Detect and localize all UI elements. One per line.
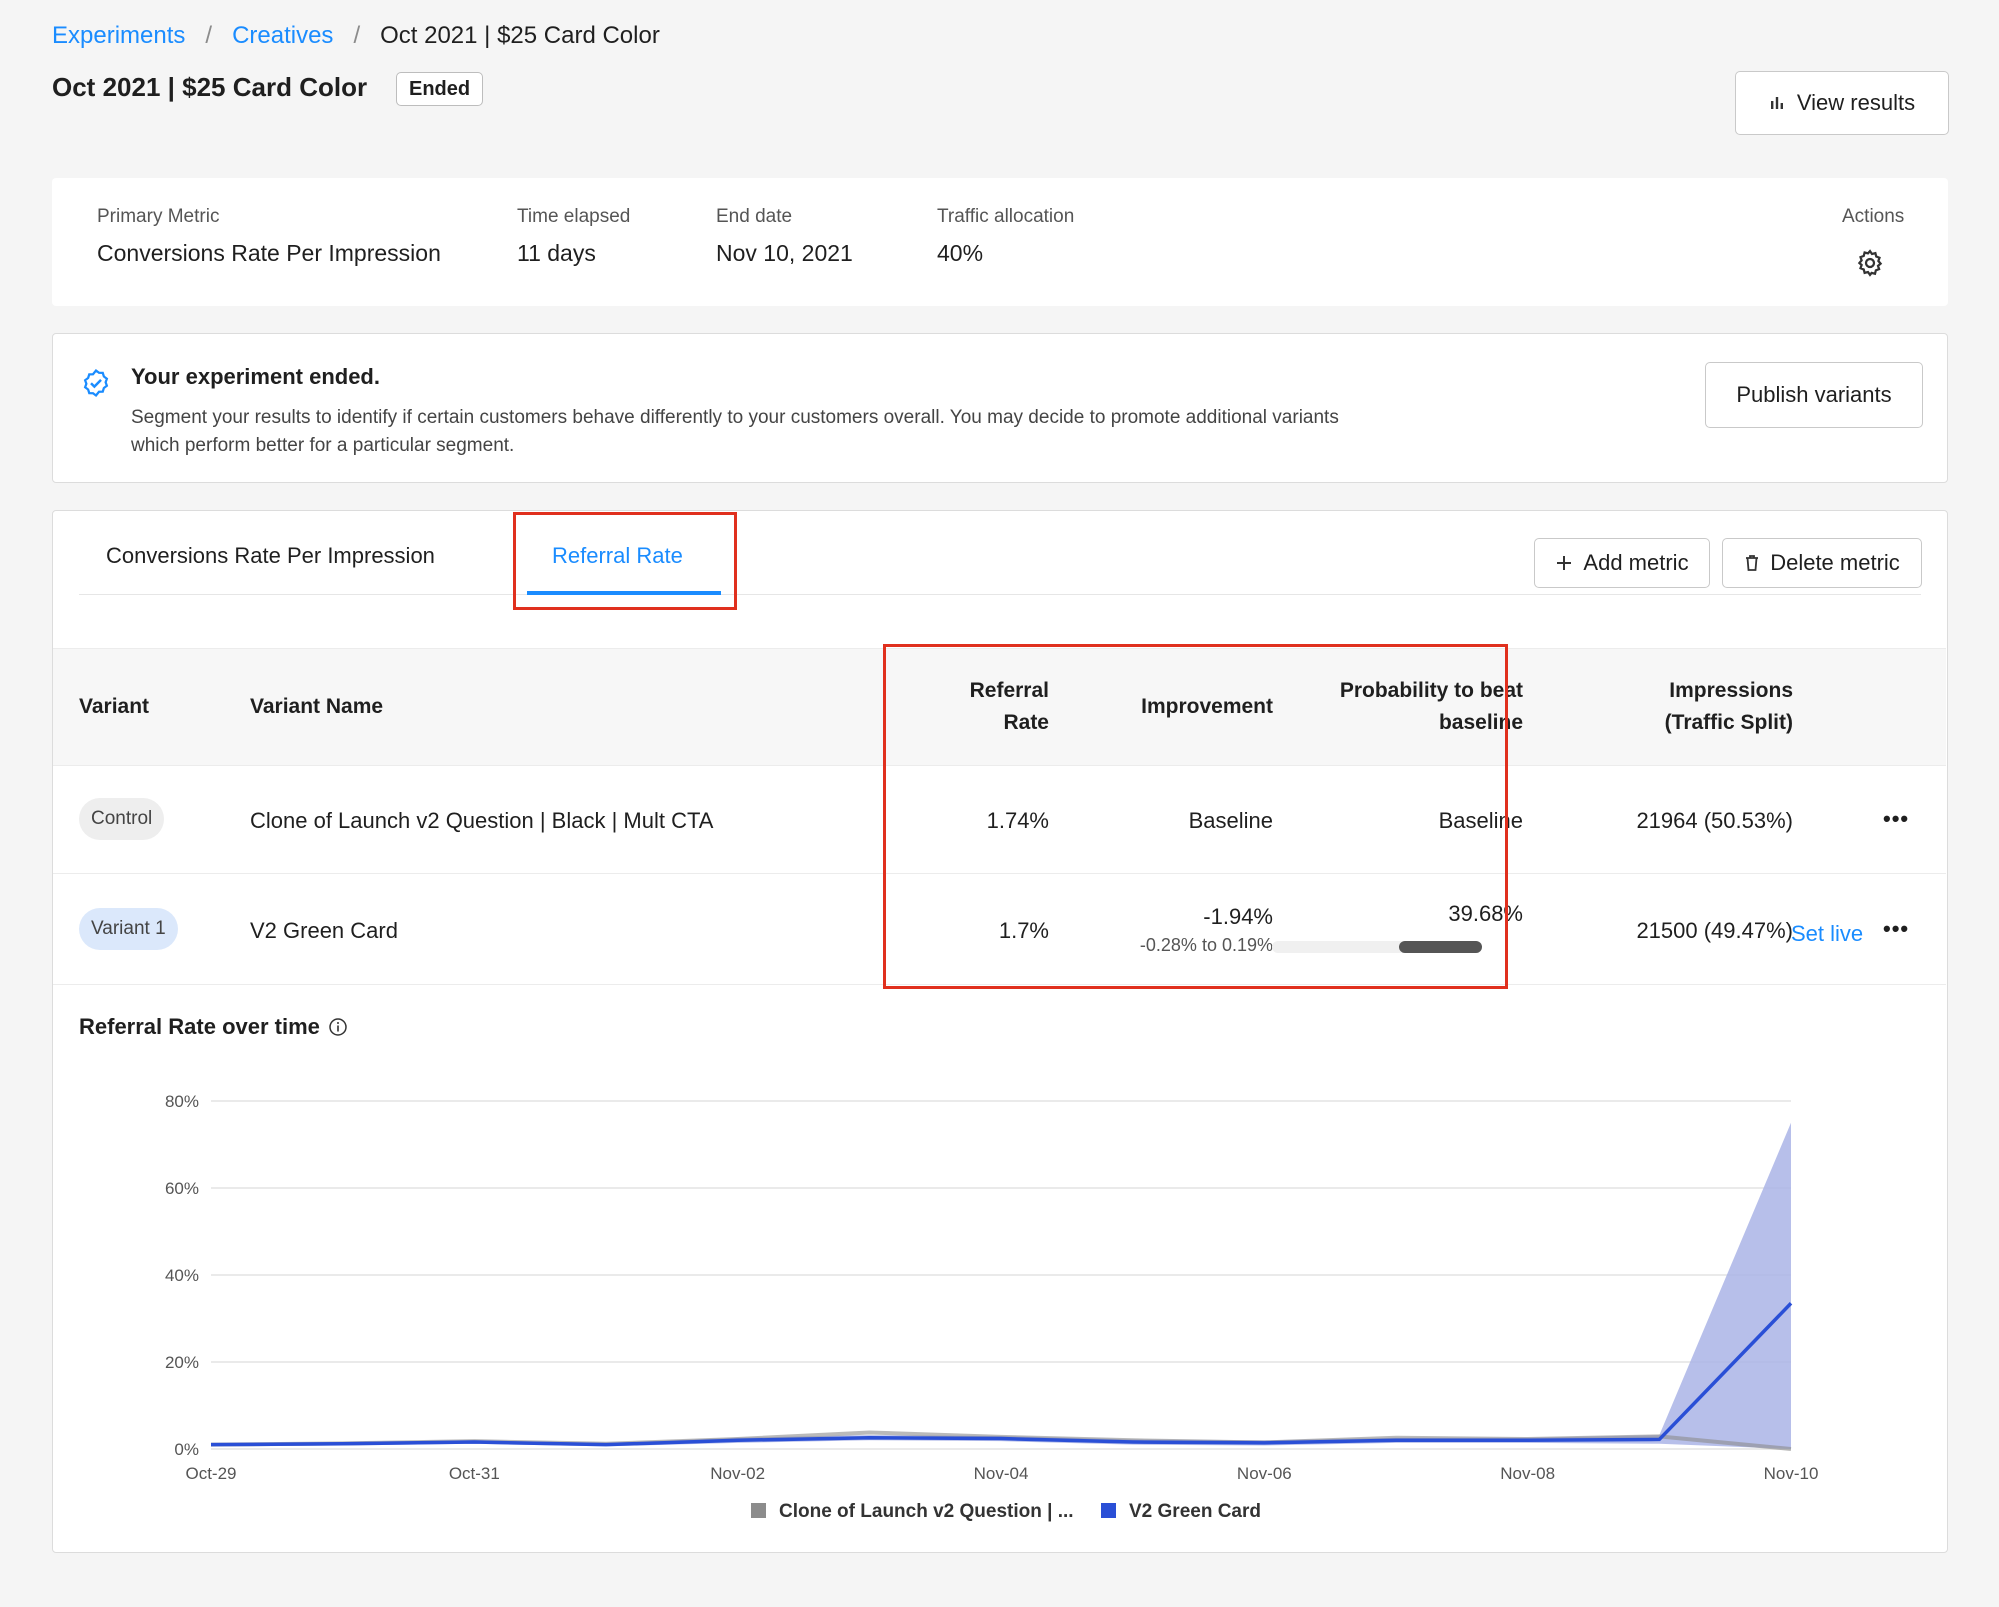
set-live-link[interactable]: Set live xyxy=(1791,921,1863,947)
primary-metric-value: Conversions Rate Per Impression xyxy=(97,240,441,266)
series-line-v2-green-card xyxy=(210,1302,1793,1447)
breadcrumb-link-creatives[interactable]: Creatives xyxy=(232,22,333,50)
x-tick-label: Nov-04 xyxy=(974,1464,1029,1483)
tab-highlight-box xyxy=(513,512,737,610)
end-date-label: End date xyxy=(716,206,793,227)
delete-metric-button[interactable]: Delete metric xyxy=(1722,538,1922,588)
experiment-ended-notice: Your experiment ended. Segment your resu… xyxy=(52,333,1948,483)
add-metric-button[interactable]: Add metric xyxy=(1534,538,1710,588)
time-elapsed-label: Time elapsed xyxy=(517,206,631,227)
breadcrumb: Experiments / Creatives / Oct 2021 | $25… xyxy=(52,22,660,50)
experiment-summary: Primary Metric Conversions Rate Per Impr… xyxy=(52,178,1948,306)
x-tick-label: Nov-08 xyxy=(1500,1464,1555,1483)
bar-chart-icon xyxy=(1770,97,1783,109)
more-horizontal-icon[interactable]: ••• xyxy=(1883,806,1909,832)
tab-divider xyxy=(79,594,1921,595)
breadcrumb-link-experiments[interactable]: Experiments xyxy=(52,22,185,50)
x-tick-label: Oct-31 xyxy=(449,1464,500,1483)
legend-label: V2 Green Card xyxy=(1129,1501,1261,1522)
metrics-highlight-box xyxy=(883,644,1508,989)
header-impressions-line2: (Traffic Split) xyxy=(1664,711,1793,734)
y-tick-label: 20% xyxy=(165,1353,199,1372)
notice-body: Segment your results to identify if cert… xyxy=(131,407,1339,456)
chart-title: Referral Rate over time xyxy=(79,1014,348,1040)
impressions-cell: 21964 (50.53%) xyxy=(1636,808,1793,833)
view-results-button[interactable]: View results xyxy=(1735,71,1949,135)
notice-title: Your experiment ended. xyxy=(131,364,380,389)
metrics-panel: Conversions Rate Per Impression Referral… xyxy=(52,510,1948,1553)
primary-metric-label: Primary Metric xyxy=(97,206,220,227)
legend-swatch xyxy=(751,1503,766,1518)
variant-pill-control: Control xyxy=(79,798,165,840)
status-badge: Ended xyxy=(396,72,484,106)
add-metric-label: Add metric xyxy=(1583,550,1689,575)
traffic-allocation-value: 40% xyxy=(937,240,984,266)
x-tick-label: Nov-02 xyxy=(710,1464,765,1483)
tab-conversions-rate[interactable]: Conversions Rate Per Impression xyxy=(106,543,435,569)
y-tick-label: 40% xyxy=(165,1266,199,1285)
x-tick-label: Nov-06 xyxy=(1237,1464,1292,1483)
breadcrumb-separator: / xyxy=(205,22,213,49)
page-title: Oct 2021 | $25 Card Color xyxy=(52,72,368,102)
chart-title-text: Referral Rate over time xyxy=(79,1014,320,1039)
variant-name-cell: Clone of Launch v2 Question | Black | Mu… xyxy=(250,808,714,833)
more-horizontal-icon[interactable]: ••• xyxy=(1883,916,1909,942)
view-results-label: View results xyxy=(1796,90,1916,115)
header-variant-name: Variant Name xyxy=(250,695,384,718)
variant-name-cell: V2 Green Card xyxy=(250,918,398,943)
time-elapsed-value: 11 days xyxy=(517,240,596,266)
gear-icon[interactable] xyxy=(1855,248,1885,278)
plus-icon xyxy=(1557,556,1572,570)
delete-metric-label: Delete metric xyxy=(1770,550,1900,575)
y-tick-label: 0% xyxy=(174,1440,199,1459)
info-icon[interactable] xyxy=(328,1017,348,1037)
publish-variants-button[interactable]: Publish variants xyxy=(1705,362,1923,428)
variant-pill-variant-1: Variant 1 xyxy=(79,908,178,950)
referral-rate-chart: 0% 20% 40% 60% 80% Oct-29 Oct-31 Nov-02 Nov-04 No… xyxy=(165,1092,1819,1522)
y-tick-label: 80% xyxy=(165,1092,199,1111)
header-impressions-line1: Impressions xyxy=(1669,679,1793,702)
end-date-value: Nov 10, 2021 xyxy=(716,240,853,266)
header-variant: Variant xyxy=(79,695,150,718)
breadcrumb-current: Oct 2021 | $25 Card Color xyxy=(380,22,660,49)
legend-label: Clone of Launch v2 Question | ... xyxy=(779,1501,1074,1522)
y-tick-label: 60% xyxy=(165,1179,199,1198)
trash-icon xyxy=(1746,555,1759,571)
impressions-cell: 21500 (49.47%) xyxy=(1636,918,1793,943)
actions-label: Actions xyxy=(1842,206,1905,227)
traffic-allocation-label: Traffic allocation xyxy=(937,206,1075,227)
legend-swatch xyxy=(1101,1503,1116,1518)
confidence-band-v2-green-card xyxy=(211,1122,1791,1449)
breadcrumb-separator: / xyxy=(353,22,361,49)
x-tick-label: Oct-29 xyxy=(185,1464,236,1483)
verified-check-icon xyxy=(83,368,109,398)
x-tick-label: Nov-10 xyxy=(1764,1464,1819,1483)
